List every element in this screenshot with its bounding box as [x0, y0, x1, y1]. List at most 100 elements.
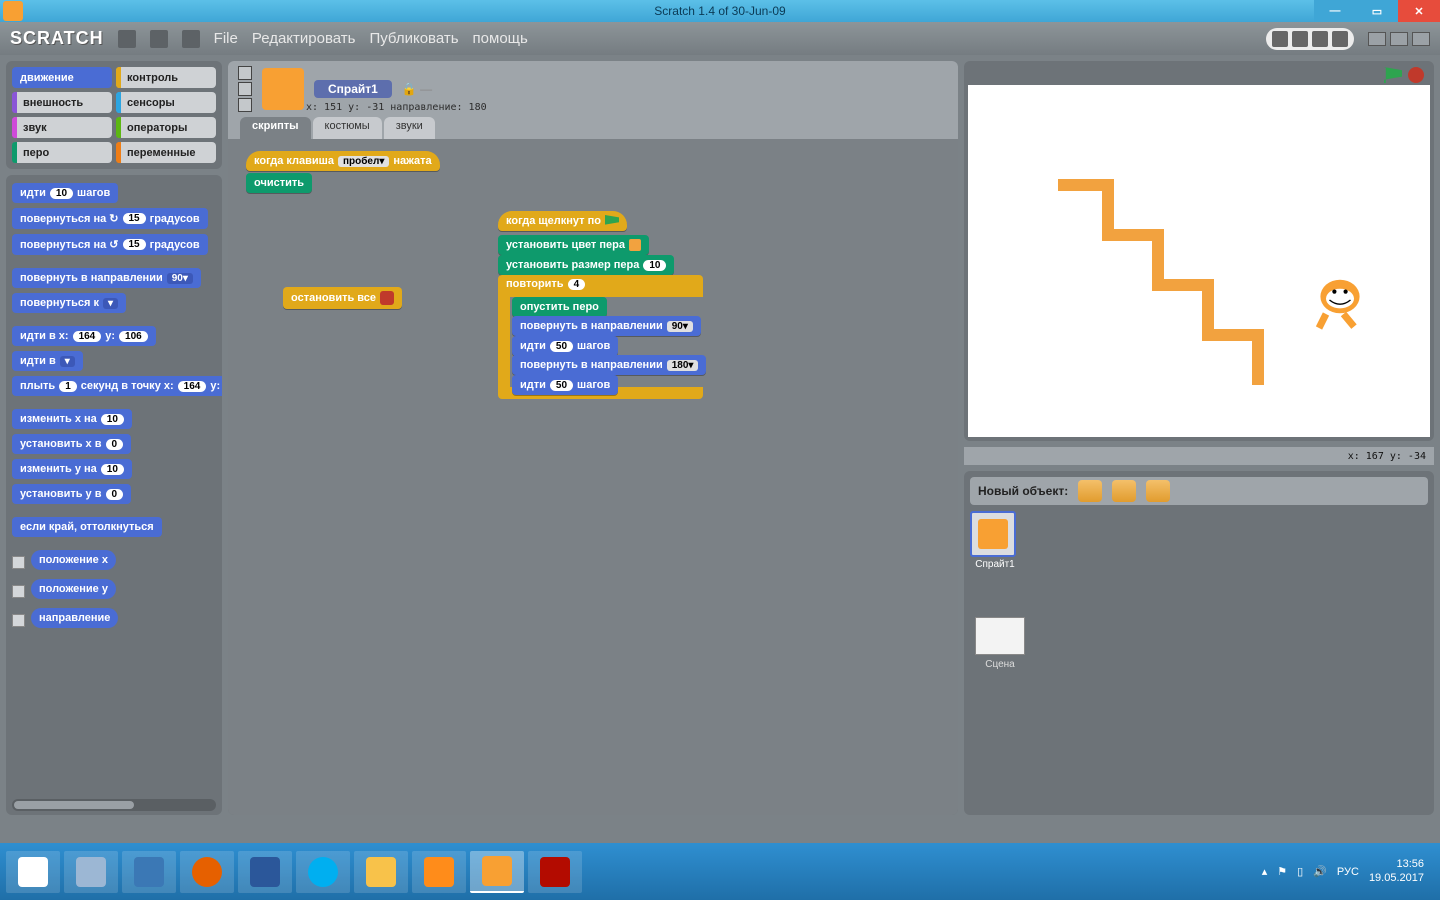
category-looks[interactable]: внешность — [12, 92, 112, 113]
taskbar-scratch[interactable] — [470, 851, 524, 893]
stage-container — [964, 61, 1434, 441]
menu-publish[interactable]: Публиковать — [369, 30, 458, 47]
tray-lang[interactable]: РУС — [1337, 866, 1359, 878]
system-tray: ▴ ⚑ ▯ 🔊 РУС 13:56 19.05.2017 — [1252, 858, 1434, 884]
rotation-none-icon[interactable] — [238, 98, 252, 112]
surprise-sprite-button[interactable] — [1146, 480, 1170, 502]
block-set-y[interactable]: установить y в0 — [12, 484, 131, 504]
reporter-y-position[interactable]: положение y — [12, 579, 216, 604]
tray-clock[interactable]: 13:56 19.05.2017 — [1369, 858, 1424, 884]
category-control[interactable]: контроль — [116, 67, 216, 88]
block-point-towards[interactable]: повернуться к ▾ — [12, 293, 126, 313]
block-change-y[interactable]: изменить y на10 — [12, 459, 132, 479]
share-icon[interactable] — [182, 30, 200, 48]
block-move-steps[interactable]: идти10шагов — [12, 183, 118, 203]
category-pen[interactable]: перо — [12, 142, 112, 163]
tray-power-icon[interactable]: ▯ — [1297, 865, 1303, 878]
save-icon[interactable] — [150, 30, 168, 48]
tab-sounds[interactable]: звуки — [384, 117, 435, 139]
language-icon[interactable] — [118, 30, 136, 48]
reporter-x-position[interactable]: положение x — [12, 550, 216, 575]
mouse-coords: x: 167 y: -34 — [964, 447, 1434, 465]
block-point-180[interactable]: повернуть в направлении180▾ — [512, 355, 706, 375]
cut-tool-icon[interactable] — [1292, 31, 1308, 47]
checkbox-icon[interactable] — [12, 614, 25, 627]
paint-sprite-button[interactable] — [1078, 480, 1102, 502]
taskbar-calculator[interactable] — [64, 851, 118, 893]
block-bounce-edge[interactable]: если край, оттолкнуться — [12, 517, 162, 537]
tray-action-icon[interactable]: ⚑ — [1277, 865, 1287, 878]
block-goto-xy[interactable]: идти в x:164y:106 — [12, 326, 156, 346]
checkbox-icon[interactable] — [12, 556, 25, 569]
menu-edit[interactable]: Редактировать — [252, 30, 356, 47]
sprite-list-item[interactable]: Спрайт1 — [970, 511, 1020, 570]
grow-tool-icon[interactable] — [1312, 31, 1328, 47]
green-flag-button[interactable] — [1384, 67, 1402, 83]
small-stage-icon[interactable] — [1368, 32, 1386, 46]
block-pen-down[interactable]: опустить перо — [512, 297, 607, 317]
flag-icon — [605, 215, 619, 227]
block-change-x[interactable]: изменить x на10 — [12, 409, 132, 429]
script-area[interactable]: когда клавишапробел▾нажата очистить оста… — [228, 139, 958, 815]
tray-up-icon[interactable]: ▴ — [1262, 865, 1268, 878]
hat-key-pressed[interactable]: когда клавишапробел▾нажата — [246, 151, 440, 171]
reporter-direction[interactable]: направление — [12, 608, 216, 633]
block-point-90[interactable]: повернуть в направлении90▾ — [512, 316, 701, 336]
category-sensing[interactable]: сенсоры — [116, 92, 216, 113]
block-palette: движение контроль внешность сенсоры звук… — [6, 61, 222, 815]
block-set-pen-color[interactable]: установить цвет пера — [498, 235, 649, 255]
block-move-50-a[interactable]: идти50шагов — [512, 336, 618, 356]
choose-sprite-button[interactable] — [1112, 480, 1136, 502]
palette-scrollbar[interactable] — [12, 799, 216, 811]
tray-volume-icon[interactable]: 🔊 — [1313, 865, 1327, 878]
block-turn-cw[interactable]: повернуться на ↻15градусов — [12, 208, 208, 229]
block-goto[interactable]: идти в ▾ — [12, 351, 83, 371]
block-turn-ccw[interactable]: повернуться на ↺15градусов — [12, 234, 208, 255]
taskbar-explorer[interactable] — [122, 851, 176, 893]
category-operators[interactable]: операторы — [116, 117, 216, 138]
new-object-label: Новый объект: — [978, 484, 1068, 498]
copy-tool-icon[interactable] — [1272, 31, 1288, 47]
stage-thumbnail[interactable]: Сцена — [970, 617, 1030, 670]
block-glide[interactable]: плыть1секунд в точку x:164y: — [12, 376, 222, 396]
rotation-leftright-icon[interactable] — [238, 82, 252, 96]
category-motion[interactable]: движение — [12, 67, 112, 88]
block-stop-all[interactable]: остановить все — [283, 287, 402, 309]
block-list: идти10шагов повернуться на ↻15градусов п… — [6, 175, 222, 815]
tab-scripts[interactable]: скрипты — [240, 117, 311, 139]
maximize-button[interactable]: ▭ — [1356, 0, 1398, 22]
stage[interactable] — [968, 85, 1430, 437]
checkbox-icon[interactable] — [12, 585, 25, 598]
block-clear[interactable]: очистить — [246, 173, 312, 193]
rotation-free-icon[interactable] — [238, 66, 252, 80]
minimize-button[interactable]: — — [1314, 0, 1356, 22]
block-point-direction[interactable]: повернуть в направлении90▾ — [12, 268, 201, 288]
hat-green-flag[interactable]: когда щелкнут по — [498, 211, 627, 231]
taskbar-folder[interactable] — [354, 851, 408, 893]
tab-costumes[interactable]: костюмы — [313, 117, 382, 139]
taskbar-media[interactable] — [412, 851, 466, 893]
scrollbar-thumb[interactable] — [14, 801, 134, 809]
category-grid: движение контроль внешность сенсоры звук… — [6, 61, 222, 169]
menu-help[interactable]: помощь — [473, 30, 528, 47]
presentation-icon[interactable] — [1412, 32, 1430, 46]
app-icon — [3, 1, 23, 21]
category-variables[interactable]: переменные — [116, 142, 216, 163]
stop-button[interactable] — [1408, 67, 1424, 83]
sprite-on-stage[interactable] — [1300, 265, 1380, 335]
start-button[interactable] — [6, 851, 60, 893]
taskbar-word[interactable] — [238, 851, 292, 893]
taskbar-firefox[interactable] — [180, 851, 234, 893]
normal-stage-icon[interactable] — [1390, 32, 1408, 46]
block-move-50-b[interactable]: идти50шагов — [512, 375, 618, 395]
close-button[interactable]: ✕ — [1398, 0, 1440, 22]
sprite-name-field[interactable]: Спрайт1 — [314, 80, 392, 98]
block-set-pen-size[interactable]: установить размер пера10 — [498, 255, 674, 275]
block-set-x[interactable]: установить x в0 — [12, 434, 131, 454]
shrink-tool-icon[interactable] — [1332, 31, 1348, 47]
lock-icon[interactable]: 🔒 — — [402, 82, 432, 96]
taskbar-acrobat[interactable] — [528, 851, 582, 893]
menu-file[interactable]: File — [214, 30, 238, 47]
category-sound[interactable]: звук — [12, 117, 112, 138]
taskbar-skype[interactable] — [296, 851, 350, 893]
